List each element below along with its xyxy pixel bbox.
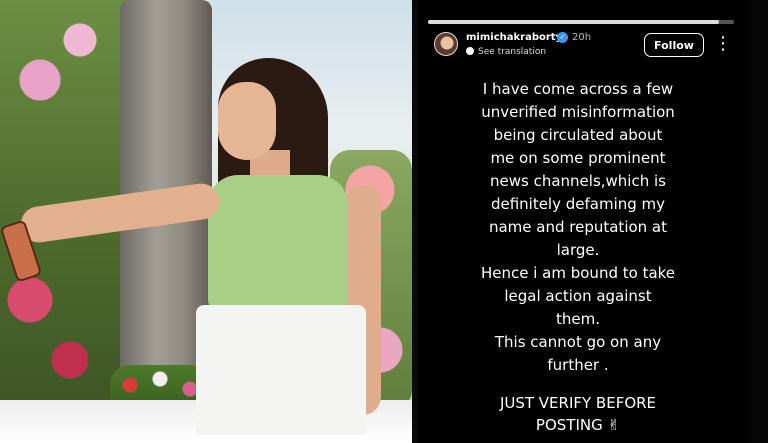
story-closing: JUST VERIFY BEFORE POSTING ✌: [430, 392, 726, 436]
profile-photo: [0, 0, 412, 443]
story-line: further .: [547, 356, 609, 374]
story-panel: mimichakraborty ✓ 20h See translation Fo…: [418, 0, 748, 443]
woman-taking-selfie: [0, 0, 412, 443]
face: [218, 82, 276, 160]
left-arm: [18, 181, 222, 245]
story-progress-bar: [428, 20, 734, 24]
story-line: being circulated about: [493, 126, 663, 144]
avatar[interactable]: [434, 32, 458, 56]
story-line: news channels,which is: [490, 172, 666, 190]
green-tank-top: [208, 175, 348, 310]
right-edge: [748, 0, 768, 443]
follow-button[interactable]: Follow: [644, 33, 704, 57]
story-line: I have come across a few: [482, 80, 674, 98]
story-line: large.: [556, 241, 600, 259]
story-line: name and reputation at: [488, 218, 668, 236]
story-progress-fill: [428, 20, 719, 24]
white-shorts: [196, 305, 366, 435]
story-line: unverified misinformation: [481, 103, 675, 121]
see-translation-link[interactable]: See translation: [466, 47, 546, 57]
see-translation-label: See translation: [478, 47, 547, 57]
closing-line: JUST VERIFY BEFORE: [499, 394, 657, 412]
story-line: me on some prominent: [490, 149, 666, 167]
closing-line: POSTING ✌: [535, 416, 621, 434]
verified-badge-icon: ✓: [557, 32, 568, 43]
story-header: mimichakraborty ✓ 20h See translation Fo…: [434, 32, 734, 62]
story-line: legal action against: [504, 287, 652, 305]
story-line: Hence i am bound to take: [480, 264, 676, 282]
story-line: them.: [556, 310, 600, 328]
translate-icon: [466, 47, 474, 55]
post-time: 20h: [572, 32, 592, 43]
story-line: definitely defaming my: [490, 195, 666, 213]
username[interactable]: mimichakraborty: [466, 32, 562, 43]
more-options-icon[interactable]: ⋮: [714, 34, 732, 54]
story-line: This cannot go on any: [494, 333, 662, 351]
story-message: I have come across a few unverified misi…: [430, 78, 726, 377]
